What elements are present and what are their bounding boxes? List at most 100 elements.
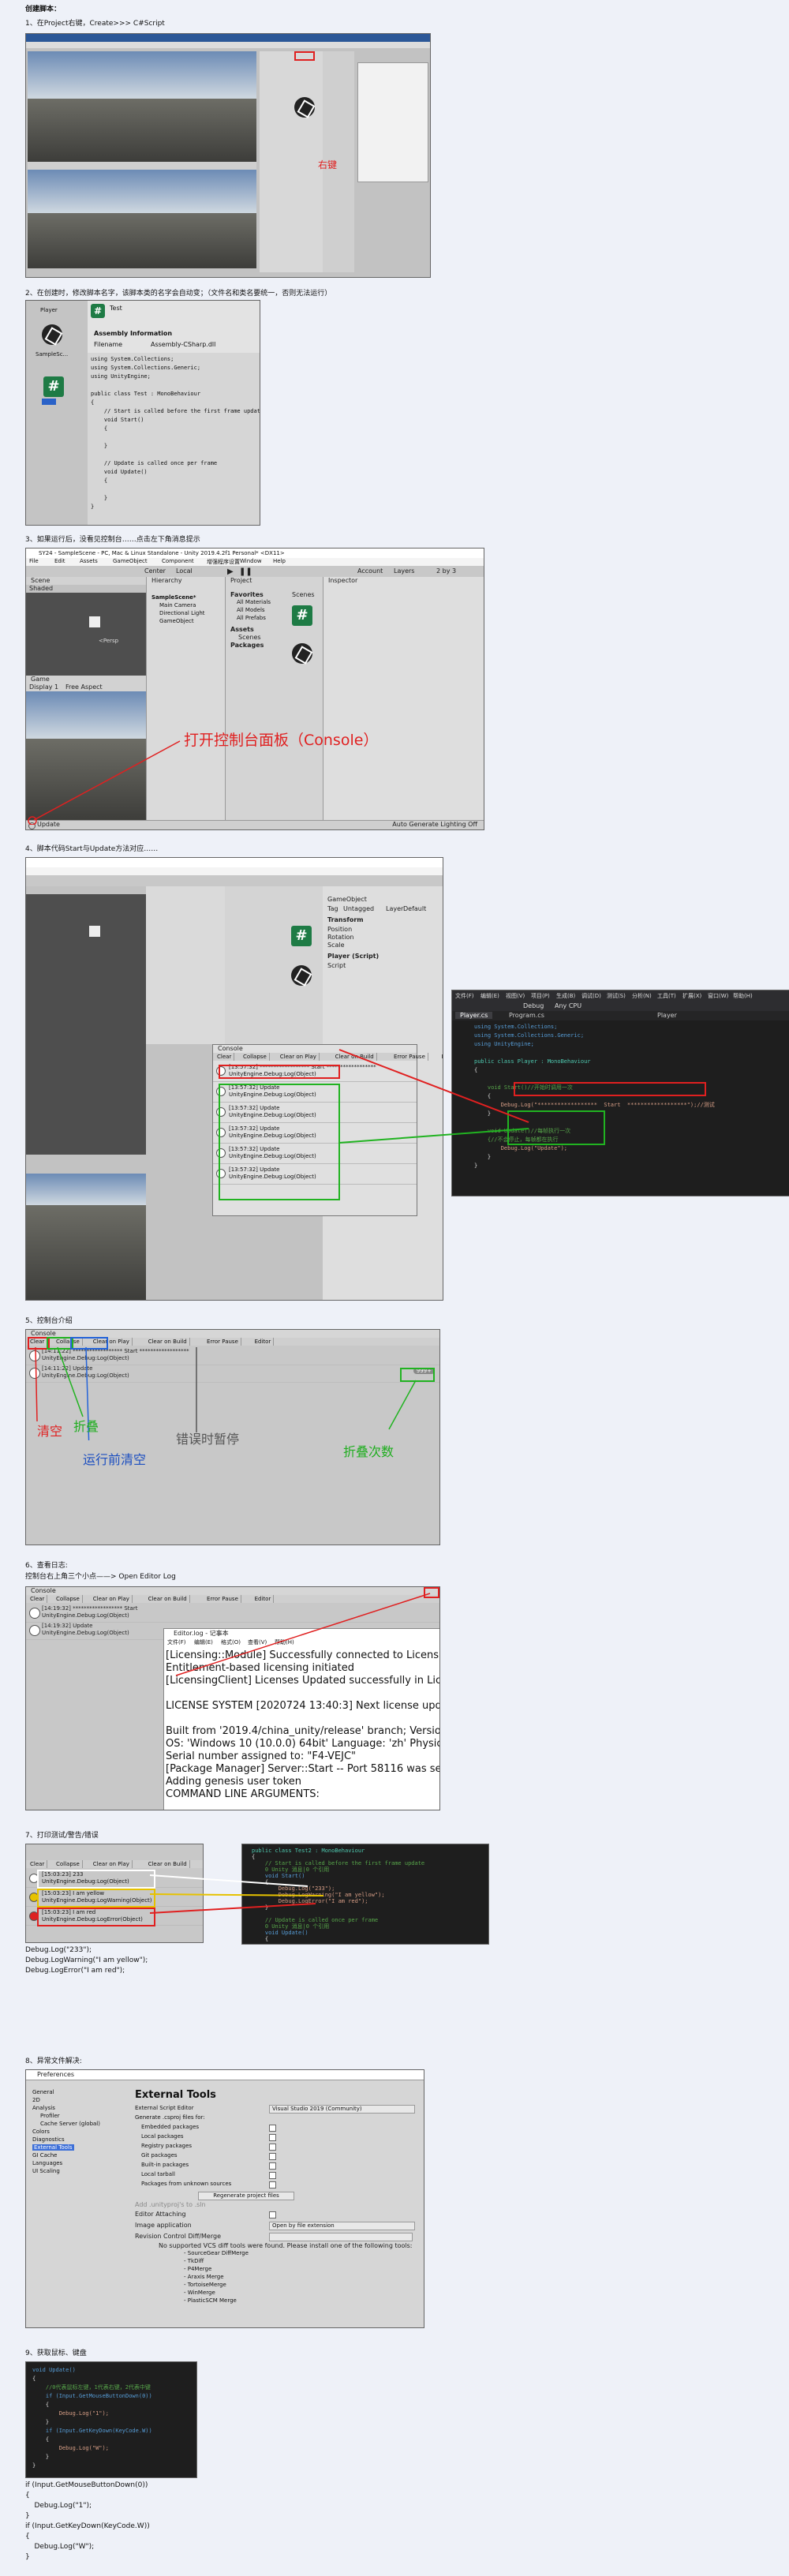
vs-menu-item[interactable]: 文件(F) bbox=[455, 992, 474, 1000]
console-collapse-button[interactable]: Collapse bbox=[54, 1595, 83, 1603]
transform-header[interactable]: Transform bbox=[327, 916, 364, 923]
project-tab[interactable]: Project bbox=[230, 577, 252, 584]
favorites-item[interactable]: All Prefabs bbox=[237, 615, 266, 621]
vs-platform-dropdown[interactable]: Any CPU bbox=[555, 1002, 581, 1009]
center-button[interactable]: Center bbox=[144, 567, 166, 575]
console-error-pause-button[interactable]: Error Pause bbox=[204, 1338, 241, 1346]
vs-menu-item[interactable]: 工具(T) bbox=[657, 992, 676, 1000]
vs-menu-item[interactable]: 窗口(W) bbox=[708, 992, 728, 1000]
vs-tab-program[interactable]: Program.cs bbox=[504, 1012, 549, 1019]
gameobject-name[interactable]: GameObject bbox=[327, 896, 367, 903]
console-editor-button[interactable]: Editor bbox=[252, 1338, 275, 1346]
menu-item[interactable]: Edit bbox=[54, 558, 65, 564]
pause-button[interactable]: ❚❚ bbox=[239, 567, 252, 576]
package-checkbox[interactable] bbox=[269, 2153, 276, 2160]
package-checkbox[interactable] bbox=[269, 2181, 276, 2188]
preferences-nav-item[interactable]: UI Scaling bbox=[32, 2168, 60, 2174]
console-tab[interactable]: Console bbox=[31, 1330, 56, 1337]
hierarchy-tab[interactable]: Hierarchy bbox=[151, 577, 182, 584]
tag-dropdown[interactable]: Untagged bbox=[343, 905, 374, 912]
layout-dropdown[interactable]: 2 by 3 bbox=[436, 567, 456, 575]
preferences-nav-item[interactable]: Colors bbox=[32, 2129, 50, 2135]
package-checkbox[interactable] bbox=[269, 2134, 276, 2141]
local-button[interactable]: Local bbox=[176, 567, 193, 575]
package-checkbox[interactable] bbox=[269, 2172, 276, 2179]
display-dropdown[interactable]: Display 1 bbox=[29, 683, 58, 691]
packages-label[interactable]: Packages bbox=[230, 642, 264, 649]
rename-field[interactable] bbox=[42, 399, 56, 405]
preferences-nav-item[interactable]: External Tools bbox=[32, 2144, 74, 2151]
csharp-script-icon[interactable]: # bbox=[43, 376, 64, 397]
player-script-header[interactable]: Player (Script) bbox=[327, 953, 379, 960]
editor-attaching-checkbox[interactable] bbox=[269, 2211, 276, 2218]
vs-menu-item[interactable]: 编辑(E) bbox=[481, 992, 499, 1000]
preferences-nav-item[interactable]: Languages bbox=[32, 2160, 62, 2166]
package-checkbox[interactable] bbox=[269, 2162, 276, 2170]
unity-scene-icon[interactable] bbox=[291, 965, 312, 986]
menu-item[interactable]: Help bbox=[273, 558, 286, 564]
scene-viewport[interactable] bbox=[26, 894, 146, 1155]
vs-menu-item[interactable]: 调试(D) bbox=[581, 992, 601, 1000]
console-clear-on-play-button[interactable]: Clear on Play bbox=[278, 1053, 320, 1061]
menu-item[interactable]: Assets bbox=[80, 558, 98, 564]
console-clear-button[interactable]: Clear bbox=[28, 1860, 48, 1868]
hierarchy-item[interactable]: GameObject bbox=[159, 618, 194, 624]
hierarchy-item[interactable]: SampleScene* bbox=[151, 594, 196, 601]
preferences-nav-item[interactable]: Diagnostics bbox=[32, 2136, 65, 2143]
preferences-nav-item[interactable]: Analysis bbox=[32, 2105, 55, 2111]
layers-dropdown[interactable]: Layers bbox=[394, 567, 414, 575]
menu-item[interactable]: File bbox=[29, 558, 39, 564]
package-checkbox[interactable] bbox=[269, 2125, 276, 2132]
revision-control-dropdown[interactable] bbox=[269, 2233, 413, 2241]
vs-menu-item[interactable]: 视图(V) bbox=[506, 992, 525, 1000]
player-script-icon[interactable]: # bbox=[292, 605, 312, 626]
script-editor-dropdown[interactable]: Visual Studio 2019 (Community) bbox=[269, 2105, 415, 2114]
vs-tab-player[interactable]: Player.cs bbox=[455, 1012, 493, 1019]
favorites-item[interactable]: All Models bbox=[237, 607, 265, 613]
preferences-nav-item[interactable]: General bbox=[32, 2089, 54, 2095]
menu-item[interactable]: Component bbox=[162, 558, 194, 564]
regenerate-button[interactable]: Regenerate project files bbox=[198, 2192, 294, 2200]
preferences-nav-item[interactable]: Profiler bbox=[40, 2113, 60, 2119]
vs-menu-item[interactable]: 帮助(H) bbox=[733, 992, 753, 1000]
console-clear-on-build-button[interactable]: Clear on Build bbox=[146, 1860, 190, 1868]
vs-menu-item[interactable]: 测试(S) bbox=[607, 992, 626, 1000]
hierarchy-item[interactable]: Main Camera bbox=[159, 602, 196, 608]
package-checkbox[interactable] bbox=[269, 2144, 276, 2151]
aspect-dropdown[interactable]: Free Aspect bbox=[65, 683, 103, 691]
menu-item[interactable]: 增强程序设置 bbox=[207, 558, 240, 566]
console-tab[interactable]: Console bbox=[31, 1587, 56, 1594]
preferences-nav-item[interactable]: Cache Server (global) bbox=[40, 2121, 100, 2127]
menu-item[interactable]: GameObject bbox=[113, 558, 148, 564]
hierarchy-item[interactable]: Directional Light bbox=[159, 610, 205, 616]
shaded-dropdown[interactable]: Shaded bbox=[29, 585, 53, 592]
console-clear-button[interactable]: Clear bbox=[215, 1053, 235, 1061]
console-collapse-button[interactable]: Collapse bbox=[241, 1053, 270, 1061]
console-clear-on-play-button[interactable]: Clear on Play bbox=[91, 1860, 133, 1868]
vs-menu-item[interactable]: 生成(B) bbox=[556, 992, 575, 1000]
vs-class-dropdown[interactable]: Player bbox=[657, 1012, 677, 1019]
player-script-icon[interactable]: # bbox=[291, 926, 312, 946]
unity-scene-icon[interactable] bbox=[292, 643, 312, 664]
scenes-folder[interactable]: Scenes bbox=[238, 634, 261, 641]
game-tab[interactable]: Game bbox=[31, 676, 50, 683]
favorites-item[interactable]: All Materials bbox=[237, 599, 271, 605]
console-tab[interactable]: Console bbox=[218, 1045, 243, 1052]
preferences-nav-item[interactable]: GI Cache bbox=[32, 2152, 57, 2159]
image-application-dropdown[interactable]: Open by file extension bbox=[269, 2222, 415, 2230]
console-clear-on-build-button[interactable]: Clear on Build bbox=[146, 1338, 190, 1346]
scene-viewport[interactable]: <Persp bbox=[26, 593, 146, 676]
layer-dropdown[interactable]: Default bbox=[403, 905, 426, 912]
inspector-tab[interactable]: Inspector bbox=[328, 577, 357, 584]
vs-menu-item[interactable]: 项目(P) bbox=[531, 992, 550, 1000]
scene-tab[interactable]: Scene bbox=[31, 577, 50, 584]
preferences-nav-item[interactable]: 2D bbox=[32, 2097, 40, 2103]
play-button[interactable]: ▶ bbox=[227, 567, 234, 576]
vs-menu-item[interactable]: 分析(N) bbox=[632, 992, 652, 1000]
console-collapse-button[interactable]: Collapse bbox=[54, 1860, 83, 1868]
console-clear-on-play-button[interactable]: Clear on Play bbox=[91, 1595, 133, 1603]
console-clear-button[interactable]: Clear bbox=[28, 1595, 48, 1603]
assets-label[interactable]: Assets bbox=[230, 626, 254, 633]
vs-menu-item[interactable]: 扩展(X) bbox=[682, 992, 701, 1000]
vs-config-dropdown[interactable]: Debug bbox=[523, 1002, 544, 1009]
